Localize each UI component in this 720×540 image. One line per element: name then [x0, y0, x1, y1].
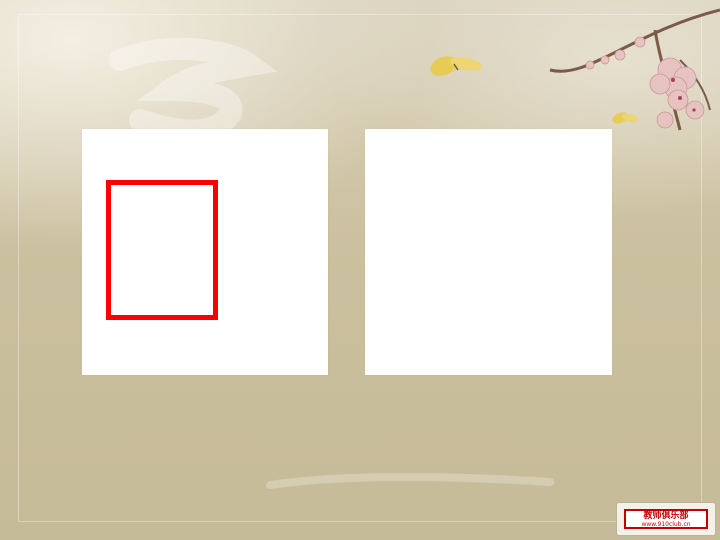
watermark-title: 教师俱乐部 — [643, 511, 689, 521]
watermark-stamp: 教师俱乐部 www.910club.cn — [624, 509, 708, 529]
right-white-panel — [365, 129, 612, 375]
red-outline-box — [106, 180, 218, 320]
watermark-url: www.910club.cn — [641, 521, 691, 528]
watermark-badge: 教师俱乐部 www.910club.cn — [616, 502, 716, 536]
slide-background: 教师俱乐部 www.910club.cn — [0, 0, 720, 540]
